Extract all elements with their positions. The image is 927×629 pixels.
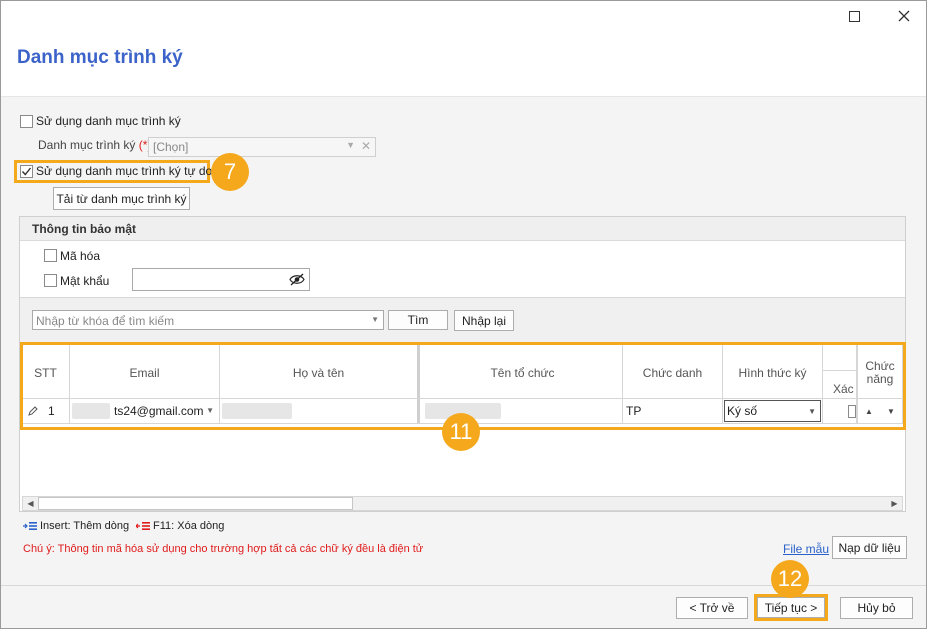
free-catalog-label: Sử dụng danh mục trình ký tự do xyxy=(36,164,213,178)
scrollbar-thumb[interactable] xyxy=(38,497,353,510)
catalog-select-value: [Chọn] xyxy=(153,140,189,154)
scroll-right-icon[interactable]: ▶ xyxy=(888,498,901,509)
back-button[interactable]: < Trở về xyxy=(676,597,748,619)
close-icon xyxy=(898,10,910,22)
next-button[interactable]: Tiếp tục > xyxy=(757,597,825,618)
encrypt-label: Mã hóa xyxy=(60,249,101,263)
reset-button[interactable]: Nhập lại xyxy=(454,310,514,331)
step11-badge: 11 xyxy=(442,413,480,451)
password-label: Mật khẩu xyxy=(60,274,110,288)
password-field[interactable] xyxy=(132,268,310,291)
catalog-label-text: Danh mục trình ký xyxy=(38,138,136,152)
find-button[interactable]: Tìm xyxy=(388,310,448,330)
encrypt-checkbox[interactable] xyxy=(44,249,57,262)
chevron-down-icon[interactable]: ▼ xyxy=(371,315,379,324)
file-template-link[interactable]: File mẫu xyxy=(783,542,829,556)
step12-badge: 12 xyxy=(771,560,809,598)
catalog-label: Danh mục trình ký (*) xyxy=(38,138,151,152)
security-heading: Thông tin bảo mật xyxy=(20,217,905,241)
chevron-down-icon: ▼ xyxy=(346,140,355,150)
delete-row-icon xyxy=(136,522,150,530)
page-title: Danh mục trình ký xyxy=(17,47,183,68)
clear-icon[interactable]: ✕ xyxy=(361,139,371,153)
insert-row-icon xyxy=(23,522,37,530)
eye-slash-icon[interactable] xyxy=(289,273,305,286)
catalog-select[interactable]: [Chọn] ▼ ✕ xyxy=(148,137,376,157)
title-bar xyxy=(1,1,926,31)
maximize-icon xyxy=(848,10,860,22)
use-catalog-label: Sử dụng danh mục trình ký xyxy=(36,114,181,128)
maximize-button[interactable] xyxy=(840,2,868,30)
encryption-note: Chú ý: Thông tin mã hóa sử dụng cho trườ… xyxy=(23,543,424,555)
password-checkbox[interactable] xyxy=(44,274,57,287)
close-button[interactable] xyxy=(890,2,918,30)
use-catalog-checkbox[interactable] xyxy=(20,115,33,128)
search-input[interactable]: Nhập từ khóa để tìm kiếm ▼ xyxy=(32,310,384,330)
insert-shortcut-text: Insert: Thêm dòng xyxy=(40,520,130,532)
load-data-button[interactable]: Nạp dữ liệu xyxy=(832,536,907,559)
delete-shortcut-text: F11: Xóa dòng xyxy=(153,520,225,532)
cancel-button[interactable]: Hủy bỏ xyxy=(840,597,913,619)
insert-shortcut: Insert: Thêm dòng xyxy=(23,520,129,532)
load-from-catalog-button[interactable]: Tải từ danh mục trình ký xyxy=(53,187,190,210)
delete-shortcut: F11: Xóa dòng xyxy=(136,520,224,532)
checkmark-icon xyxy=(21,167,32,176)
step7-badge: 7 xyxy=(211,153,249,191)
search-placeholder: Nhập từ khóa để tìm kiếm xyxy=(36,314,175,328)
free-catalog-checkbox[interactable] xyxy=(20,165,33,178)
scroll-left-icon[interactable]: ◀ xyxy=(24,498,37,509)
